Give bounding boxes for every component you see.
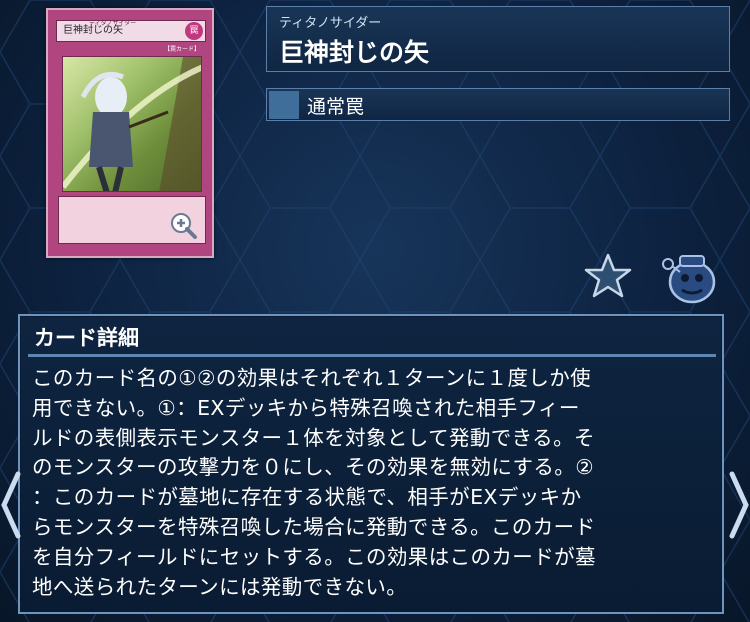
card-ruby: ティタノサイダー — [279, 16, 382, 31]
card-type-panel: 通常罠 — [266, 88, 730, 121]
effect-line: らモンスターを特殊召喚した場合に発動できる。このカード — [32, 514, 596, 539]
card-effect-text: このカード名の①②の効果はそれぞれ１ターンに１度しか使 用できない。①：EXデッ… — [32, 364, 722, 602]
detail-title: カード詳細 — [34, 326, 139, 350]
card-name: 巨神封じの矢 — [279, 38, 430, 67]
card-image-type-line: 【罠カード】 — [163, 46, 200, 53]
card-artwork — [62, 56, 202, 192]
effect-line: ：このカードが墓地に存在する状態で、相手がEXデッキか — [32, 485, 582, 510]
effect-line: のモンスターの攻撃力を０にし、その効果を無効にする。② — [32, 455, 594, 480]
zoom-icon[interactable] — [169, 211, 197, 239]
trap-attribute-icon: 罠 — [185, 22, 203, 40]
card-detail-panel: カード詳細 このカード名の①②の効果はそれぞれ１ターンに１度しか使 用できない。… — [18, 314, 724, 614]
card-image[interactable]: ティタノサイダー 巨神封じの矢 罠 【罠カード】 — [46, 8, 214, 258]
card-type-label: 通常罠 — [307, 96, 365, 118]
chevron-left-icon[interactable] — [0, 470, 22, 540]
effect-line: 地へ送られたターンには発動できない。 — [32, 574, 408, 599]
card-image-name: ティタノサイダー 巨神封じの矢 罠 — [56, 20, 206, 42]
pot-icon[interactable] — [660, 248, 718, 306]
card-image-ruby: ティタノサイダー — [89, 20, 137, 27]
effect-line: このカード名の①②の効果はそれぞれ１ターンに１度しか使 — [32, 366, 592, 390]
effect-line: を自分フィールドにセットする。この効果はこのカードが墓 — [32, 544, 596, 569]
effect-line: 用できない。①：EXデッキから特殊召喚された相手フィー — [32, 395, 580, 420]
effect-line: ルドの表側表示モンスター１体を対象として発動できる。そ — [32, 425, 595, 450]
star-icon[interactable] — [583, 252, 633, 300]
chevron-right-icon[interactable] — [728, 470, 750, 540]
card-title-panel: ティタノサイダー 巨神封じの矢 — [266, 6, 730, 72]
type-swatch — [269, 91, 299, 119]
detail-divider — [28, 354, 716, 357]
card-text-box — [58, 196, 206, 244]
